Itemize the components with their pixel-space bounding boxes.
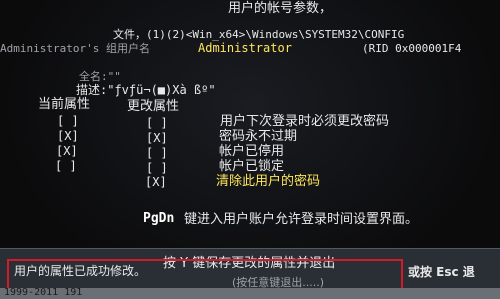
change-checkbox-locked[interactable]: [ ] [146,161,168,175]
option-label-clear-password: 清除此用户的密码 [216,174,321,189]
current-checkbox-never-expire: [X] [57,129,79,143]
option-label-never-expire: 密码永不过期 [219,129,298,144]
change-checkbox-never-expire[interactable]: [X] [146,131,168,145]
admin-group-label: Administrator's 组用户名 [0,42,150,55]
registry-path: 文件，(1)(2)<Win_x64>\Windows\SYSTEM32\CONF… [113,28,405,41]
current-attributes-heading: 当前属性 [38,97,91,112]
rid-value: (RID 0x000001F4 [362,42,462,55]
change-checkbox-disabled[interactable]: [ ] [146,146,168,160]
pgdn-hint: 键进入用户账户允许登录时间设置界面。 [184,212,419,227]
terminal-screen: 用户的帐号参数， 文件，(1)(2)<Win_x64>\Windows\SYST… [0,0,500,299]
fullname-field: 全名:"" [79,70,121,83]
change-checkbox-clear-password[interactable]: [X] [145,175,167,189]
admin-name: Administrator [198,41,292,55]
description-field: 描述:"ƒvƒü¬(■)Xà ßº" [76,83,216,97]
current-checkbox-must-change: [ ] [57,114,79,128]
option-label-locked: 帐户已锁定 [219,159,285,174]
change-attributes-heading: 更改属性 [127,99,180,114]
change-checkbox-must-change[interactable]: [ ] [146,116,168,130]
footer-copyright: 1999-2011 191 [4,287,83,298]
account-params-heading: 用户的帐号参数， [228,1,333,16]
status-divider [0,248,500,249]
current-checkbox-locked: [ ] [55,159,77,173]
pgdn-key: PgDn [143,211,175,226]
option-label-must-change: 用户下次登录时必须更改密码 [220,114,390,129]
current-checkbox-disabled: [X] [56,144,78,158]
esc-hint: 或按 Esc 退 [408,265,475,279]
option-label-disabled: 帐户已停用 [219,144,285,159]
